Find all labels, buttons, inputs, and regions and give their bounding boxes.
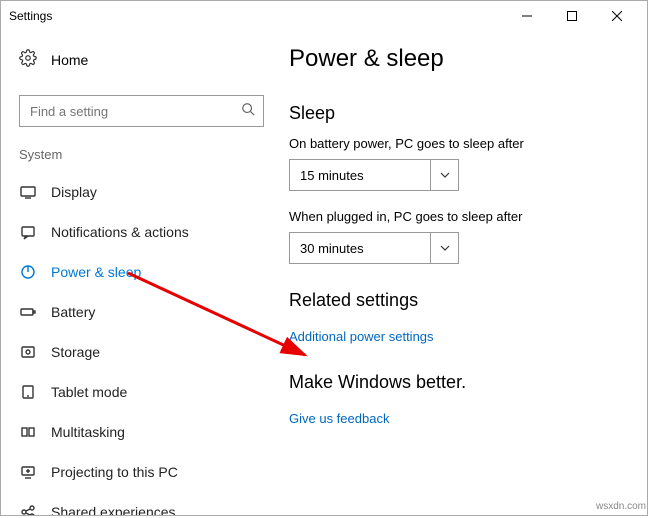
- sidebar-item-power-sleep[interactable]: Power & sleep: [19, 252, 281, 292]
- main-panel: Power & sleep Sleep On battery power, PC…: [281, 31, 647, 515]
- sidebar-item-label: Display: [51, 184, 97, 200]
- plugged-sleep-value: 30 minutes: [290, 241, 430, 256]
- window-title: Settings: [9, 9, 52, 23]
- battery-sleep-select[interactable]: 15 minutes: [289, 159, 459, 191]
- sidebar-item-label: Projecting to this PC: [51, 464, 178, 480]
- sidebar-item-display[interactable]: Display: [19, 172, 281, 212]
- chevron-down-icon: [430, 233, 458, 263]
- battery-icon: [19, 304, 37, 320]
- section-label: System: [19, 147, 281, 162]
- search-input[interactable]: [28, 103, 241, 120]
- settings-window: Settings Home System: [0, 0, 648, 516]
- home-button[interactable]: Home: [19, 39, 281, 81]
- related-heading: Related settings: [289, 290, 627, 311]
- plugged-sleep-select[interactable]: 30 minutes: [289, 232, 459, 264]
- multitasking-icon: [19, 424, 37, 440]
- sidebar-item-label: Storage: [51, 344, 100, 360]
- maximize-button[interactable]: [549, 1, 594, 31]
- battery-sleep-label: On battery power, PC goes to sleep after: [289, 136, 627, 151]
- home-label: Home: [51, 52, 88, 68]
- sidebar-item-battery[interactable]: Battery: [19, 292, 281, 332]
- chevron-down-icon: [430, 160, 458, 190]
- sidebar-item-label: Shared experiences: [51, 504, 176, 515]
- shared-icon: [19, 504, 37, 515]
- sidebar-item-tablet-mode[interactable]: Tablet mode: [19, 372, 281, 412]
- additional-power-settings-link[interactable]: Additional power settings: [289, 329, 434, 344]
- power-icon: [19, 264, 37, 280]
- sidebar-item-label: Power & sleep: [51, 264, 141, 280]
- sidebar-item-shared-experiences[interactable]: Shared experiences: [19, 492, 281, 515]
- storage-icon: [19, 344, 37, 360]
- close-icon: [612, 11, 622, 21]
- search-icon: [241, 102, 255, 121]
- plugged-sleep-label: When plugged in, PC goes to sleep after: [289, 209, 627, 224]
- content-area: Home System Display Notifications & acti…: [1, 31, 647, 515]
- sidebar-item-storage[interactable]: Storage: [19, 332, 281, 372]
- sidebar-item-label: Tablet mode: [51, 384, 127, 400]
- feedback-link[interactable]: Give us feedback: [289, 411, 389, 426]
- projecting-icon: [19, 464, 37, 480]
- maximize-icon: [567, 11, 577, 21]
- sidebar-item-label: Battery: [51, 304, 95, 320]
- battery-sleep-value: 15 minutes: [290, 168, 430, 183]
- display-icon: [19, 184, 37, 200]
- notifications-icon: [19, 224, 37, 240]
- sidebar-item-notifications[interactable]: Notifications & actions: [19, 212, 281, 252]
- search-box[interactable]: [19, 95, 264, 127]
- minimize-icon: [522, 11, 532, 21]
- page-title: Power & sleep: [289, 45, 627, 73]
- close-button[interactable]: [594, 1, 639, 31]
- sleep-heading: Sleep: [289, 103, 627, 124]
- gear-icon: [19, 49, 37, 72]
- watermark: wsxdn.com: [596, 501, 646, 512]
- titlebar: Settings: [1, 1, 647, 31]
- sidebar-item-label: Notifications & actions: [51, 224, 189, 240]
- sidebar: Home System Display Notifications & acti…: [1, 31, 281, 515]
- tablet-icon: [19, 384, 37, 400]
- feedback-heading: Make Windows better.: [289, 372, 627, 393]
- minimize-button[interactable]: [504, 1, 549, 31]
- sidebar-item-multitasking[interactable]: Multitasking: [19, 412, 281, 452]
- sidebar-item-label: Multitasking: [51, 424, 125, 440]
- sidebar-item-projecting[interactable]: Projecting to this PC: [19, 452, 281, 492]
